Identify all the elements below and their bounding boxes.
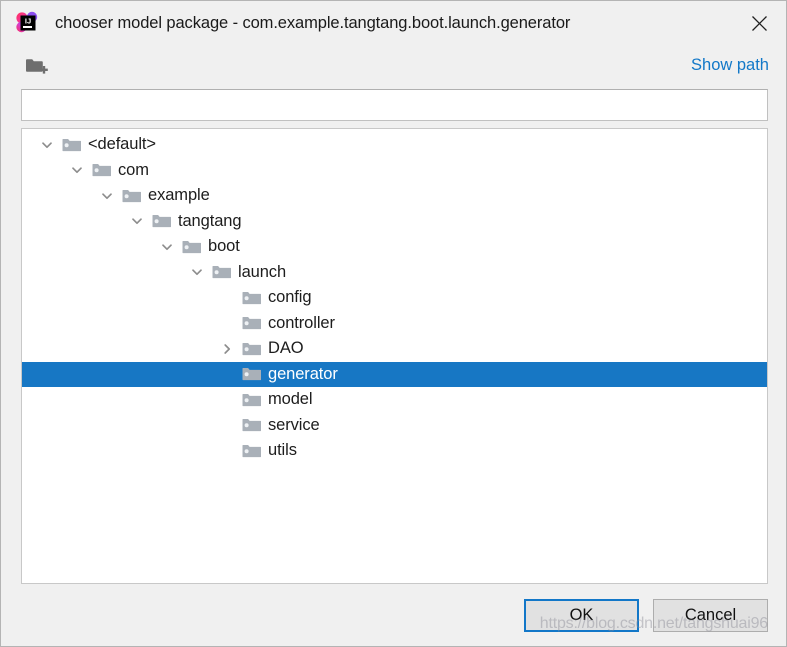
chevron-down-icon[interactable] <box>182 266 212 278</box>
close-icon[interactable] <box>732 1 786 45</box>
tree-row-label: model <box>268 390 313 409</box>
tree-row-label: service <box>268 415 320 434</box>
chevron-down-icon[interactable] <box>62 164 92 176</box>
tree-row-label: example <box>148 186 210 205</box>
folder-icon <box>242 315 262 331</box>
dialog-button-bar: OK Cancel https://blog.csdn.net/tangshua… <box>1 584 786 646</box>
new-folder-icon[interactable] <box>25 56 49 78</box>
chevron-down-icon[interactable] <box>32 139 62 151</box>
tree-row-label: com <box>118 160 149 179</box>
tree-row-controller[interactable]: controller <box>22 311 767 337</box>
tree-row-label: <default> <box>88 135 156 154</box>
folder-icon <box>242 392 262 408</box>
dialog-title: chooser model package - com.example.tang… <box>55 13 571 32</box>
tree-row-default[interactable]: <default> <box>22 132 767 158</box>
folder-icon <box>242 341 262 357</box>
cancel-button[interactable]: Cancel <box>653 598 768 632</box>
tree-row-label: config <box>268 288 312 307</box>
svg-text:IJ: IJ <box>25 17 31 26</box>
package-tree-panel[interactable]: <default> com example tangtang boot launch con… <box>21 128 768 584</box>
ok-button[interactable]: OK <box>524 598 639 632</box>
intellij-idea-icon: IJ <box>15 11 39 35</box>
chevron-right-icon[interactable] <box>212 343 242 355</box>
chevron-down-icon[interactable] <box>152 241 182 253</box>
folder-icon <box>242 417 262 433</box>
dialog-toolbar: Show path <box>1 45 786 89</box>
tree-row-label: tangtang <box>178 211 242 230</box>
folder-icon <box>182 239 202 255</box>
tree-row-label: generator <box>268 364 338 383</box>
folder-icon <box>242 290 262 306</box>
folder-icon <box>122 188 142 204</box>
package-path-input[interactable] <box>21 89 768 121</box>
folder-icon <box>242 443 262 459</box>
tree-row-dao[interactable]: DAO <box>22 336 767 362</box>
tree-row-label: controller <box>268 313 335 332</box>
folder-icon <box>152 213 172 229</box>
tree-row-label: launch <box>238 262 287 281</box>
tree-row-com[interactable]: com <box>22 158 767 184</box>
tree-row-label: utils <box>268 441 297 460</box>
chevron-down-icon[interactable] <box>92 190 122 202</box>
show-path-link[interactable]: Show path <box>691 56 769 75</box>
tree-row-launch[interactable]: launch <box>22 260 767 286</box>
chevron-down-icon[interactable] <box>122 215 152 227</box>
package-tree: <default> com example tangtang boot launch con… <box>22 129 767 464</box>
tree-row-boot[interactable]: boot <box>22 234 767 260</box>
folder-icon <box>62 137 82 153</box>
tree-row-config[interactable]: config <box>22 285 767 311</box>
tree-row-label: boot <box>208 237 240 256</box>
tree-row-generator[interactable]: generator <box>22 361 767 387</box>
tree-row-label: DAO <box>268 339 304 358</box>
tree-row-example[interactable]: example <box>22 183 767 209</box>
folder-icon <box>92 162 112 178</box>
package-chooser-dialog: IJ chooser model package - com.example.t… <box>0 0 787 647</box>
tree-row-tangtang[interactable]: tangtang <box>22 209 767 235</box>
tree-row-model[interactable]: model <box>22 387 767 413</box>
title-bar: IJ chooser model package - com.example.t… <box>1 1 786 45</box>
path-input-container <box>21 89 768 121</box>
folder-icon <box>242 366 262 382</box>
tree-row-service[interactable]: service <box>22 413 767 439</box>
tree-row-utils[interactable]: utils <box>22 438 767 464</box>
folder-icon <box>212 264 232 280</box>
